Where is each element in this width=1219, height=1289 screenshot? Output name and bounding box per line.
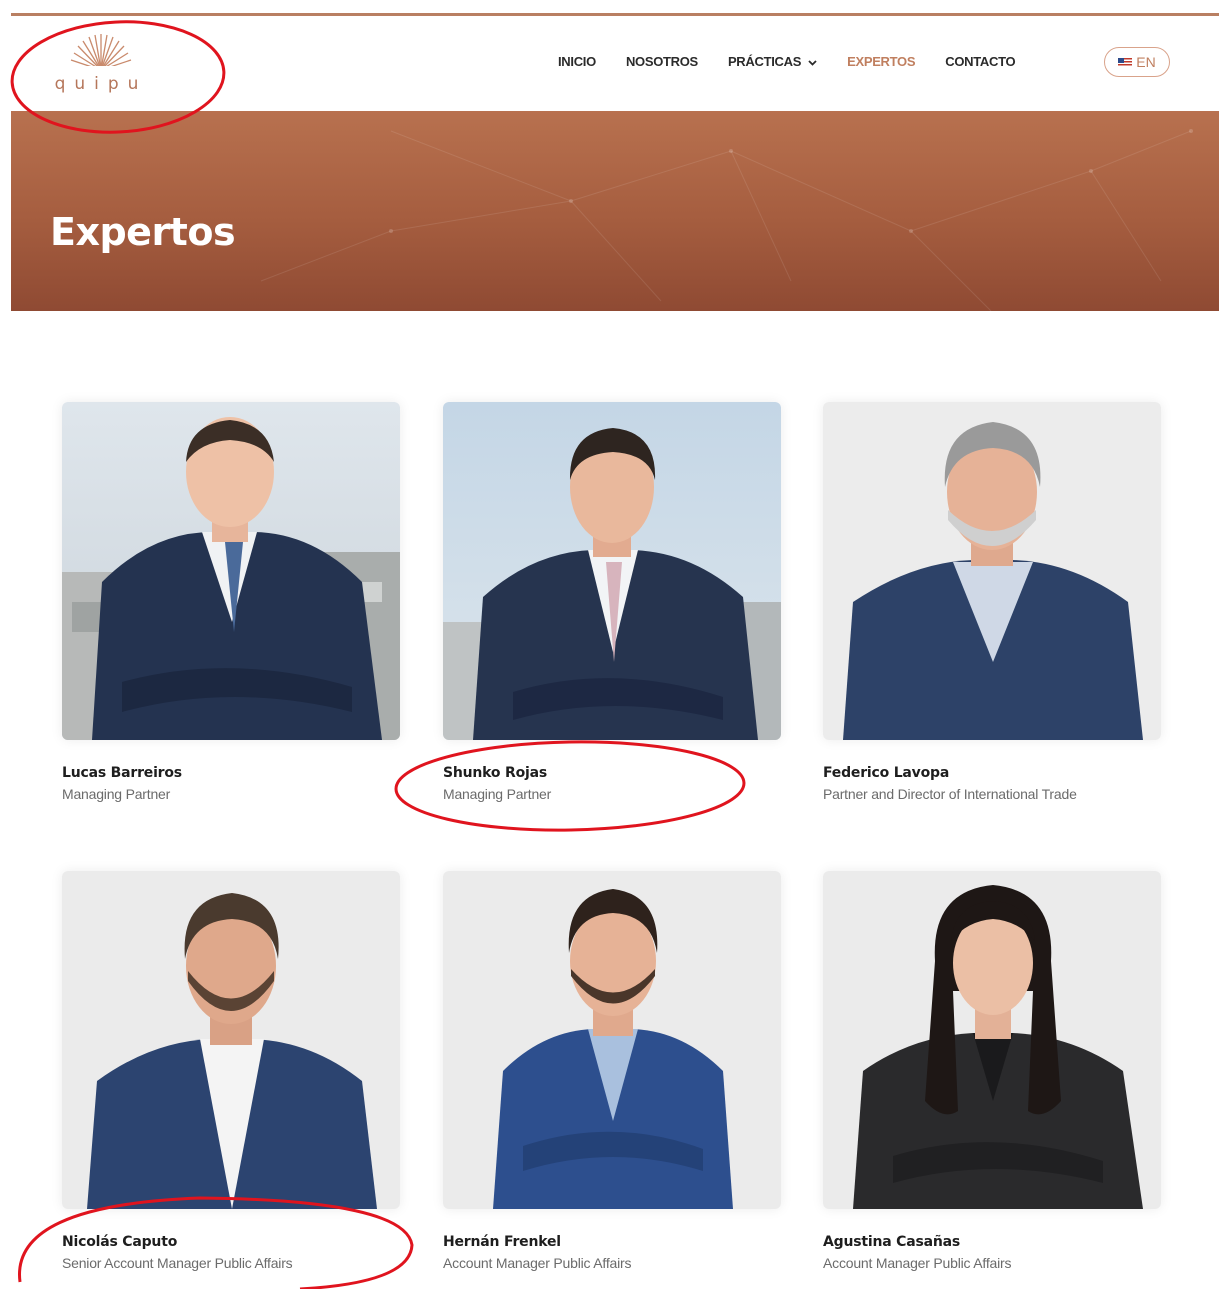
nav-item-contacto[interactable]: CONTACTO bbox=[945, 54, 1015, 69]
member-name: Federico Lavopa bbox=[823, 765, 950, 781]
portrait-federico-lavopa bbox=[823, 402, 1161, 740]
us-flag-icon bbox=[1118, 57, 1133, 67]
hero-banner: Expertos bbox=[11, 111, 1219, 311]
member-name: Nicolás Caputo bbox=[62, 1234, 178, 1250]
member-photo[interactable] bbox=[443, 402, 781, 740]
portrait-agustina-casanas bbox=[823, 871, 1161, 1209]
member-role: Senior Account Manager Public Affairs bbox=[62, 1255, 293, 1271]
team-card[interactable]: Federico Lavopa Partner and Director of … bbox=[823, 402, 1161, 802]
portrait-hernan-frenkel bbox=[443, 871, 781, 1209]
language-label: EN bbox=[1136, 54, 1156, 70]
member-role: Account Manager Public Affairs bbox=[823, 1255, 1012, 1271]
sunburst-logo-icon bbox=[65, 34, 137, 76]
portrait-lucas-barreiros bbox=[62, 402, 400, 740]
member-photo[interactable] bbox=[62, 402, 400, 740]
nav-item-practicas[interactable]: PRÁCTICAS bbox=[728, 54, 817, 69]
nav-item-expertos[interactable]: EXPERTOS bbox=[847, 54, 915, 69]
team-card[interactable]: Agustina Casañas Account Manager Public … bbox=[823, 871, 1161, 1271]
logo-link[interactable]: quipu bbox=[51, 30, 161, 100]
page: quipu INICIO NOSOTROS PRÁCTICAS EXPERTOS… bbox=[0, 0, 1219, 1289]
member-photo[interactable] bbox=[443, 871, 781, 1209]
member-photo[interactable] bbox=[823, 402, 1161, 740]
team-card[interactable]: Hernán Frenkel Account Manager Public Af… bbox=[443, 871, 781, 1271]
member-photo[interactable] bbox=[823, 871, 1161, 1209]
team-card[interactable]: Nicolás Caputo Senior Account Manager Pu… bbox=[62, 871, 400, 1271]
member-name: Shunko Rojas bbox=[443, 765, 547, 781]
portrait-nicolas-caputo bbox=[62, 871, 400, 1209]
page-title: Expertos bbox=[50, 210, 236, 255]
nav-item-practicas-label: PRÁCTICAS bbox=[727, 53, 802, 69]
main-nav: INICIO NOSOTROS PRÁCTICAS EXPERTOS CONTA… bbox=[558, 46, 1045, 76]
chevron-down-icon bbox=[808, 54, 817, 69]
logo-wordmark: quipu bbox=[54, 74, 148, 94]
language-switch-button[interactable]: EN bbox=[1104, 47, 1170, 77]
nav-item-inicio[interactable]: INICIO bbox=[558, 54, 596, 69]
team-card[interactable]: Lucas Barreiros Managing Partner bbox=[62, 402, 400, 802]
member-name: Lucas Barreiros bbox=[62, 765, 182, 781]
member-photo[interactable] bbox=[62, 871, 400, 1209]
nav-item-nosotros[interactable]: NOSOTROS bbox=[626, 54, 698, 69]
member-role: Managing Partner bbox=[443, 786, 552, 802]
site-header: quipu INICIO NOSOTROS PRÁCTICAS EXPERTOS… bbox=[11, 16, 1219, 111]
portrait-shunko-rojas bbox=[443, 402, 781, 740]
team-card[interactable]: Shunko Rojas Managing Partner bbox=[443, 402, 781, 802]
member-role: Partner and Director of International Tr… bbox=[823, 786, 1077, 802]
member-name: Agustina Casañas bbox=[823, 1234, 960, 1250]
member-role: Account Manager Public Affairs bbox=[443, 1255, 632, 1271]
member-name: Hernán Frenkel bbox=[443, 1234, 561, 1250]
member-role: Managing Partner bbox=[62, 786, 171, 802]
